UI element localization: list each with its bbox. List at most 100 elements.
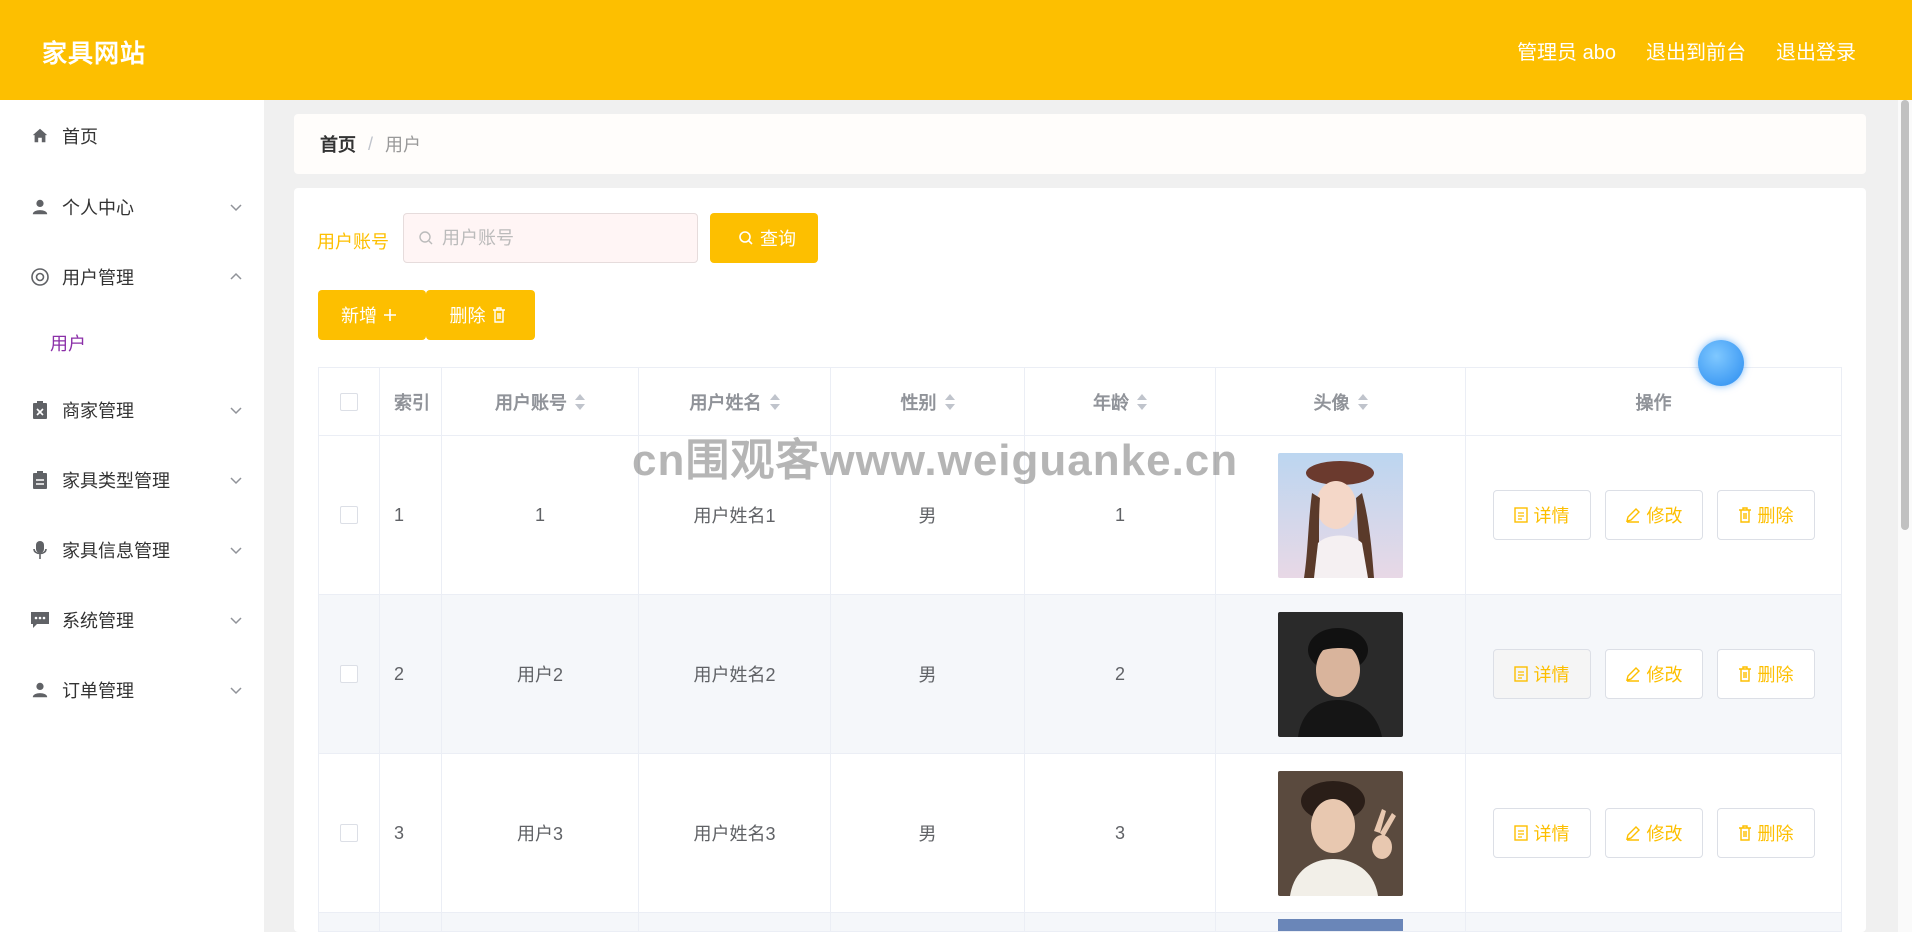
sidebar-item-label: 首页 — [62, 127, 98, 147]
home-icon — [30, 126, 50, 146]
avatar-image[interactable] — [1278, 770, 1403, 896]
add-button[interactable]: 新增 — [318, 290, 426, 340]
lifebuoy-icon — [30, 267, 50, 287]
header-links: 管理员 abo 退出到前台 退出登录 — [1517, 36, 1856, 65]
avatar-image[interactable] — [1278, 919, 1403, 931]
breadcrumb-current: 用户 — [385, 135, 422, 155]
row-checkbox[interactable] — [340, 824, 358, 842]
avatar-image[interactable] — [1278, 611, 1403, 737]
column-header-age[interactable]: 年龄 — [1025, 368, 1216, 435]
delete-button[interactable]: 删除 — [1716, 490, 1815, 540]
pencil-icon — [1625, 508, 1640, 523]
cell-account: 1 — [442, 436, 639, 594]
back-to-front-link[interactable]: 退出到前台 — [1646, 36, 1746, 65]
cell-age: 3 — [1025, 754, 1216, 912]
delete-button[interactable]: 删除 — [1716, 649, 1815, 699]
cell-account: 用户2 — [442, 595, 639, 753]
trash-icon — [1738, 825, 1751, 841]
cell-sex: 男 — [831, 436, 1025, 594]
document-icon — [1513, 507, 1528, 523]
sidebar-item-label: 系统管理 — [62, 611, 134, 631]
search-icon — [739, 231, 753, 245]
sort-icon — [1137, 393, 1147, 410]
sort-icon — [575, 393, 585, 410]
sidebar: 首页 个人中心 用户管理 用户 商家管理 家具类型管理 家具信息管理 系统管理 … — [0, 100, 264, 932]
avatar-image[interactable] — [1278, 452, 1403, 578]
sort-icon — [944, 393, 955, 410]
breadcrumb-home[interactable]: 首页 — [320, 131, 356, 157]
sidebar-item-profile[interactable]: 个人中心 — [0, 177, 264, 237]
trash-icon — [492, 307, 505, 323]
logout-link[interactable]: 退出登录 — [1776, 36, 1856, 65]
cell-sex: 男 — [831, 754, 1025, 912]
sidebar-item-home[interactable]: 首页 — [0, 106, 264, 166]
sidebar-item-label: 订单管理 — [62, 681, 134, 701]
cell-age: 1 — [1025, 436, 1216, 594]
sidebar-item-furniture-type-management[interactable]: 家具类型管理 — [0, 450, 264, 510]
sidebar-item-label: 个人中心 — [62, 198, 134, 218]
sidebar-item-order-management[interactable]: 订单管理 — [0, 660, 264, 720]
edit-button[interactable]: 修改 — [1604, 490, 1703, 540]
chevron-down-icon — [230, 477, 242, 485]
column-header-account[interactable]: 用户账号 — [442, 368, 639, 435]
column-header-sex[interactable]: 性别 — [831, 368, 1025, 435]
batch-delete-button[interactable]: 删除 — [426, 290, 535, 340]
batch-delete-button-label: 删除 — [449, 306, 486, 326]
scrollbar-thumb[interactable] — [1901, 100, 1909, 530]
detail-button[interactable]: 详情 — [1492, 490, 1591, 540]
table-header-row: 索引 用户账号 用户姓名 性别 年龄 头像 操作 — [319, 368, 1841, 436]
pencil-icon — [1625, 667, 1640, 682]
sidebar-item-label: 家具类型管理 — [62, 471, 170, 491]
select-all-checkbox[interactable] — [340, 392, 358, 411]
edit-button[interactable]: 修改 — [1604, 808, 1703, 858]
table-row: 1 1 用户姓名1 男 1 详情 修改 删除 — [319, 436, 1841, 595]
table-row: 3 用户3 用户姓名3 男 3 详情 修改 删除 — [319, 754, 1841, 913]
cell-index: 3 — [380, 754, 442, 912]
clipboard-icon — [30, 470, 50, 490]
floating-assistant-icon[interactable] — [1698, 340, 1744, 386]
plus-icon — [384, 309, 396, 321]
page-scrollbar[interactable] — [1898, 100, 1912, 932]
search-field — [403, 213, 698, 263]
detail-button[interactable]: 详情 — [1492, 649, 1591, 699]
sidebar-item-user-management[interactable]: 用户管理 — [0, 247, 264, 307]
sidebar-subitem-users[interactable]: 用户 — [50, 330, 86, 356]
admin-label: 管理员 abo — [1517, 42, 1616, 64]
cell-name: 用户姓名1 — [639, 436, 831, 594]
pencil-icon — [1625, 826, 1640, 841]
chevron-down-icon — [230, 687, 242, 695]
cell-name: 用户姓名3 — [639, 754, 831, 912]
site-brand: 家具网站 — [42, 40, 147, 68]
breadcrumb-separator: / — [368, 133, 374, 154]
chat-icon — [30, 610, 50, 630]
top-header: 家具网站 管理员 abo 退出到前台 退出登录 — [0, 0, 1912, 100]
delete-button[interactable]: 删除 — [1716, 808, 1815, 858]
add-button-label: 新增 — [341, 306, 377, 326]
document-icon — [1513, 666, 1528, 682]
search-label: 用户账号 — [317, 232, 389, 252]
chevron-down-icon — [230, 407, 242, 415]
detail-button[interactable]: 详情 — [1492, 808, 1591, 858]
edit-button[interactable]: 修改 — [1604, 649, 1703, 699]
chevron-down-icon — [230, 204, 242, 212]
query-button-label: 查询 — [760, 229, 796, 249]
sort-icon — [1357, 393, 1368, 410]
sidebar-item-label: 商家管理 — [62, 401, 134, 421]
sidebar-item-furniture-info-management[interactable]: 家具信息管理 — [0, 520, 264, 580]
column-header-avatar[interactable]: 头像 — [1216, 368, 1466, 435]
sidebar-item-system-management[interactable]: 系统管理 — [0, 590, 264, 650]
breadcrumb: 首页 / 用户 — [294, 114, 1866, 174]
microphone-icon — [30, 540, 50, 560]
table-row: 2 用户2 用户姓名2 男 2 详情 修改 删除 — [319, 595, 1841, 754]
search-input[interactable] — [442, 227, 682, 249]
row-checkbox[interactable] — [340, 665, 358, 683]
search-icon — [419, 231, 433, 245]
row-checkbox[interactable] — [340, 506, 358, 524]
sidebar-item-label: 家具信息管理 — [62, 541, 170, 561]
sidebar-item-merchant-management[interactable]: 商家管理 — [0, 380, 264, 440]
column-header-name[interactable]: 用户姓名 — [639, 368, 831, 435]
user-icon — [30, 197, 50, 217]
query-button[interactable]: 查询 — [710, 213, 818, 263]
chevron-down-icon — [230, 617, 242, 625]
cell-name: 用户姓名2 — [639, 595, 831, 753]
